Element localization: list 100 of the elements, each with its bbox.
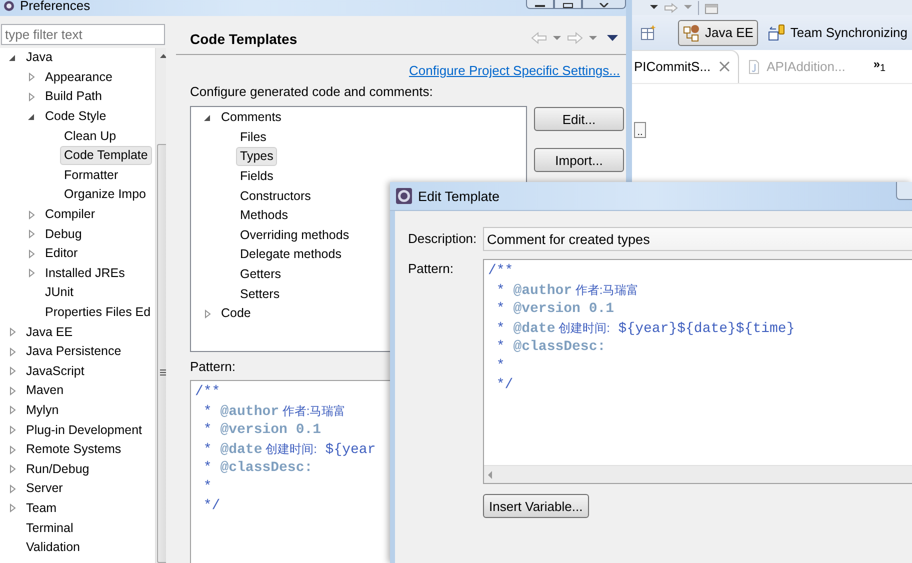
code-line: * @date 创建时间: ${year}${date}${time} [495, 320, 795, 338]
tree-item[interactable]: Properties Files Ed [41, 303, 155, 322]
menu-icon[interactable] [607, 35, 618, 41]
expanded-arrow-icon[interactable] [203, 112, 212, 123]
collapsed-arrow-icon[interactable] [203, 308, 212, 319]
code-line: * @classDesc: [202, 459, 313, 478]
collapsed-arrow-icon[interactable] [8, 444, 17, 455]
scroll-left-icon[interactable] [488, 470, 493, 478]
pattern-editor[interactable]: /** * @author 作者:马瑞富 * @version 0.1 * @date 创建时间: ${year}${date}${time} * @classDesc: * */ [483, 259, 912, 484]
perspective-button[interactable]: Team Synchronizing [763, 20, 912, 46]
tree-item[interactable]: Formatter [60, 166, 122, 185]
tree-item[interactable]: Java Persistence [22, 342, 126, 362]
collapsed-arrow-icon[interactable] [27, 210, 36, 220]
code-line: * [202, 478, 212, 497]
collapsed-arrow-icon[interactable] [27, 92, 36, 102]
code-line: * [495, 357, 505, 376]
collapsed-arrow-icon[interactable] [8, 366, 17, 376]
close-button[interactable] [582, 0, 626, 9]
tree-item[interactable]: Installed JREs [41, 264, 129, 283]
collapsed-arrow-icon[interactable] [27, 72, 36, 82]
code-line: */ [202, 497, 220, 516]
collapsed-arrow-icon[interactable] [27, 268, 36, 278]
description-text: Configure generated code and comments: [190, 85, 433, 99]
tree-item[interactable]: Compiler [41, 205, 100, 224]
tree-item[interactable]: Team [22, 498, 61, 518]
tree-item[interactable]: Maven [22, 381, 68, 400]
file-icon [748, 60, 759, 74]
tree-item[interactable]: Java [22, 48, 56, 68]
tree-item[interactable]: Server [22, 479, 67, 498]
tree-item[interactable]: Mylyn [22, 400, 63, 420]
open-perspective-icon[interactable] [640, 24, 656, 40]
page-title: Code Templates [190, 30, 298, 48]
tree-item[interactable]: Code Style [41, 107, 110, 126]
tree-item[interactable]: Code [217, 304, 255, 324]
collapsed-arrow-icon[interactable] [8, 346, 17, 357]
sync-icon [768, 24, 786, 42]
tree-item[interactable]: Debug [41, 224, 86, 244]
description-label: Description: [408, 232, 478, 246]
tree-item[interactable]: Validation [22, 538, 84, 558]
tree-item[interactable]: Constructors [236, 186, 315, 206]
tree-item[interactable]: Types [236, 147, 278, 166]
perspective-button[interactable]: Java EE [678, 20, 758, 46]
maximize-icon [563, 3, 573, 8]
tree-item[interactable]: JUnit [41, 283, 78, 302]
tree-item[interactable]: Setters [236, 284, 284, 304]
tree-item[interactable]: Appearance [41, 68, 116, 87]
tree-item[interactable]: Java EE [22, 322, 77, 342]
tree-item[interactable]: Clean Up [60, 126, 120, 146]
tree-item[interactable]: Remote Systems [22, 440, 126, 460]
back-arrow-icon[interactable] [531, 32, 547, 44]
collapsed-arrow-icon[interactable] [27, 229, 36, 240]
dialog-button[interactable]: Edit... [534, 107, 624, 131]
tree-item[interactable]: Fields [236, 167, 278, 186]
grip-icon [160, 369, 166, 376]
more-button[interactable]: .. [634, 122, 646, 138]
tree-item[interactable]: Code Template [60, 146, 152, 166]
tree-item[interactable]: Build Path [41, 87, 106, 106]
minimize-button[interactable] [526, 0, 554, 9]
dialog-title: Edit Template [418, 188, 500, 204]
code-line: * @author 作者:马瑞富 [202, 403, 346, 421]
title-bar-button[interactable] [896, 182, 912, 200]
dialog-button[interactable]: Import... [534, 148, 624, 172]
filter-field[interactable]: type filter text [1, 24, 165, 45]
pattern-label: Pattern: [190, 360, 236, 374]
collapsed-arrow-icon[interactable] [27, 248, 36, 259]
description-field[interactable]: Comment for created types [483, 227, 912, 251]
collapsed-arrow-icon[interactable] [8, 405, 17, 416]
tree-item[interactable]: Organize Impo [60, 185, 150, 204]
tree-item[interactable]: Methods [236, 206, 292, 226]
tree-item[interactable]: Files [236, 128, 270, 147]
tree-item[interactable]: Delegate methods [236, 245, 346, 264]
forward-arrow-icon[interactable] [567, 32, 583, 44]
expanded-arrow-icon[interactable] [27, 112, 36, 122]
collapsed-arrow-icon[interactable] [8, 425, 17, 436]
code-line: * @author 作者:马瑞富 [495, 282, 639, 300]
collapsed-arrow-icon[interactable] [8, 484, 17, 494]
tree-item[interactable]: Getters [236, 265, 285, 284]
tree-item[interactable]: Comments [217, 108, 286, 128]
window-icon[interactable] [705, 2, 719, 14]
forward-arrow-icon[interactable] [664, 2, 678, 12]
perspective-icon [683, 24, 701, 42]
tree-item[interactable]: Editor [41, 244, 82, 264]
collapsed-arrow-icon[interactable] [8, 327, 17, 338]
tree-item[interactable]: JavaScript [22, 362, 88, 381]
expanded-arrow-icon[interactable] [8, 52, 17, 63]
collapsed-arrow-icon[interactable] [8, 503, 17, 514]
dropdown-icon[interactable] [650, 5, 658, 10]
settings-link[interactable]: Configure Project Specific Settings... [409, 64, 620, 78]
code-line: * @version 0.1 [202, 421, 322, 440]
tree-item[interactable]: Run/Debug [22, 460, 94, 479]
collapsed-arrow-icon[interactable] [8, 464, 17, 474]
code-line: /** [195, 383, 220, 402]
collapsed-arrow-icon[interactable] [8, 386, 17, 396]
pattern-label: Pattern: [408, 262, 455, 278]
maximize-button[interactable] [554, 0, 582, 9]
tree-item[interactable]: Plug-in Development [22, 420, 146, 440]
insert-variable-button[interactable]: Insert Variable... [483, 494, 589, 518]
tree-item[interactable]: Overriding methods [236, 226, 354, 245]
tree-item[interactable]: Terminal [22, 518, 78, 538]
horizontal-scrollbar[interactable] [484, 465, 912, 483]
